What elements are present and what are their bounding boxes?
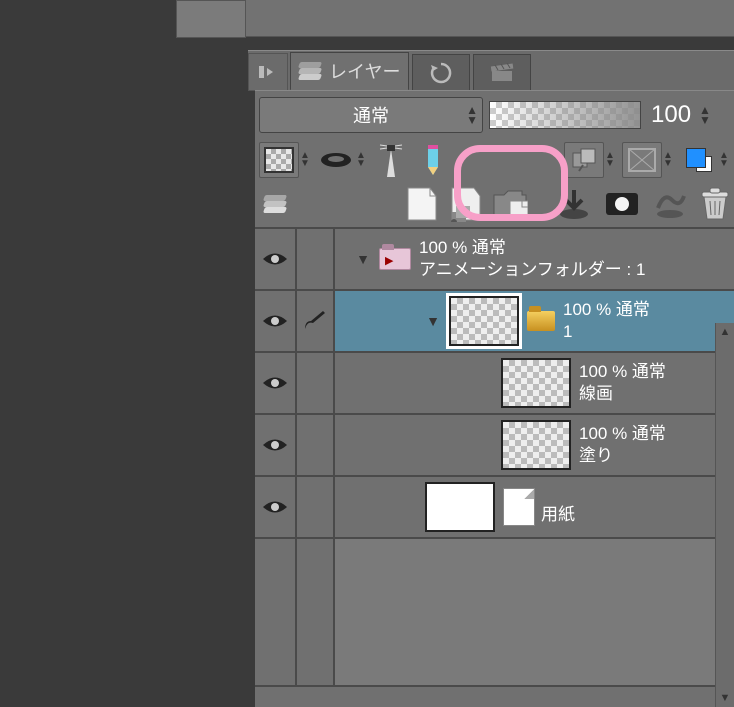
- layer-action-row: [255, 181, 734, 227]
- apply-mask-icon: [654, 188, 686, 220]
- torus-icon: [319, 146, 353, 174]
- new-vector-icon: [448, 186, 482, 222]
- paper-icon: [503, 488, 535, 526]
- layer-thumbnail[interactable]: [501, 420, 571, 470]
- new-vector-layer-button[interactable]: [448, 186, 482, 222]
- prop-stepper-2[interactable]: ▲▼: [355, 152, 367, 168]
- layer-label: 100 % 通常 線画: [579, 361, 666, 405]
- layer-row-anim-folder[interactable]: ▼ ▶ 100 % 通常 アニメーションフォルダー : 1: [255, 229, 734, 291]
- layers-panel: 通常 ▲▼ 100 ▲▼ ▲▼ ▲▼ ▲▼: [255, 90, 734, 707]
- prop-stepper-4[interactable]: ▲▼: [662, 152, 674, 168]
- prop-stepper-5[interactable]: ▲▼: [718, 152, 730, 168]
- new-folder-button[interactable]: [492, 187, 528, 221]
- chevron-down-icon[interactable]: ▼: [355, 251, 371, 267]
- edit-target-cell[interactable]: [297, 229, 335, 289]
- color-swatch-icon: [686, 148, 712, 172]
- blend-mode-stepper[interactable]: ▲▼: [466, 98, 478, 132]
- new-raster-layer-button[interactable]: [404, 186, 438, 222]
- edit-target-cell[interactable]: [297, 291, 335, 351]
- blend-mode-value: 通常: [353, 102, 389, 128]
- apply-mask-button[interactable]: [654, 188, 686, 220]
- layer-list-empty-area[interactable]: [255, 539, 734, 687]
- merge-down-icon: [558, 188, 590, 220]
- layers-stack-icon: [264, 195, 286, 213]
- reference-layer-button[interactable]: [373, 143, 409, 177]
- tab-history[interactable]: [412, 54, 470, 91]
- layers-icon: [299, 62, 321, 80]
- layer-row-cel1[interactable]: ▼ 100 % 通常 1: [255, 291, 734, 353]
- layer-color-button[interactable]: [680, 143, 718, 177]
- pencil-icon: [423, 143, 443, 177]
- eye-icon: [261, 250, 289, 268]
- brush-icon: [303, 311, 327, 331]
- trash-icon: [700, 187, 730, 221]
- visibility-toggle[interactable]: [255, 415, 297, 475]
- eye-icon: [261, 436, 289, 454]
- anim-folder-icon: ▶: [379, 248, 411, 270]
- lighthouse-icon: [378, 143, 404, 177]
- ruler-toggle-button[interactable]: [622, 142, 662, 178]
- delete-layer-button[interactable]: [700, 187, 730, 221]
- layer-thumbnail[interactable]: [501, 358, 571, 408]
- scroll-down-button[interactable]: ▼: [716, 689, 734, 707]
- combine-layer-button[interactable]: [604, 189, 640, 219]
- visibility-toggle[interactable]: [255, 229, 297, 289]
- layer-label: 100 % 通常 塗り: [579, 423, 666, 467]
- lock-transparency-button[interactable]: [259, 142, 299, 178]
- draft-layer-button[interactable]: [415, 143, 451, 177]
- prop-stepper-1[interactable]: ▲▼: [299, 152, 311, 168]
- clip-icon: [569, 147, 599, 173]
- clapboard-icon: [490, 63, 514, 83]
- new-page-icon: [404, 186, 438, 222]
- layer-thumbnail[interactable]: [449, 296, 519, 346]
- eye-icon: [261, 374, 289, 392]
- panel-menu-button[interactable]: [248, 53, 288, 91]
- eye-icon: [261, 312, 289, 330]
- eye-icon: [261, 498, 289, 516]
- left-panel-area: [0, 0, 176, 706]
- tab-label: レイヤー: [329, 58, 400, 84]
- tab-autoaction[interactable]: [473, 54, 531, 91]
- prop-stepper-3[interactable]: ▲▼: [604, 152, 616, 168]
- layer-label: 用紙: [541, 504, 575, 526]
- layer-row-paint[interactable]: 100 % 通常 塗り: [255, 415, 734, 477]
- panel-tab-bar: レイヤー: [248, 50, 734, 91]
- layer-label: 100 % 通常 アニメーションフォルダー : 1: [419, 237, 645, 281]
- opacity-stepper[interactable]: ▲▼: [699, 105, 711, 125]
- layer-row-line[interactable]: 100 % 通常 線画: [255, 353, 734, 415]
- panel-splitter[interactable]: [176, 0, 246, 38]
- layer-label: 100 % 通常 1: [563, 299, 650, 343]
- folder-icon: [527, 311, 555, 331]
- opacity-value: 100: [651, 101, 691, 129]
- mask-icon: [604, 189, 640, 219]
- edit-target-cell[interactable]: [297, 353, 335, 413]
- transfer-down-button[interactable]: [558, 188, 590, 220]
- layer-thumbnail[interactable]: [425, 482, 495, 532]
- layer-list-scrollbar[interactable]: ▲ ▼: [715, 323, 734, 707]
- visibility-toggle[interactable]: [255, 291, 297, 351]
- top-panel-edge: [246, 0, 734, 37]
- chevron-down-icon[interactable]: ▼: [425, 313, 441, 329]
- history-icon: [429, 62, 453, 84]
- palette-menu-button[interactable]: [259, 195, 291, 213]
- edit-target-cell[interactable]: [297, 477, 335, 537]
- edit-target-cell[interactable]: [297, 415, 335, 475]
- layer-property-row: ▲▼ ▲▼ ▲▼ ▲▼: [255, 139, 734, 181]
- new-folder-icon: [492, 187, 528, 221]
- opacity-slider[interactable]: [489, 101, 641, 129]
- tab-layers[interactable]: レイヤー: [290, 52, 409, 91]
- ruler-icon: [627, 147, 657, 173]
- blend-mode-select[interactable]: 通常 ▲▼: [259, 97, 483, 133]
- scroll-up-button[interactable]: ▲: [716, 323, 734, 341]
- mask-toggle-button[interactable]: [317, 143, 355, 177]
- layer-list: ▼ ▶ 100 % 通常 アニメーションフォルダー : 1 ▼ 1: [255, 227, 734, 687]
- layer-row-paper[interactable]: 用紙: [255, 477, 734, 539]
- visibility-toggle[interactable]: [255, 477, 297, 537]
- transparency-icon: [264, 147, 294, 173]
- blend-row: 通常 ▲▼ 100 ▲▼: [255, 91, 734, 139]
- clip-layer-button[interactable]: [564, 142, 604, 178]
- visibility-toggle[interactable]: [255, 353, 297, 413]
